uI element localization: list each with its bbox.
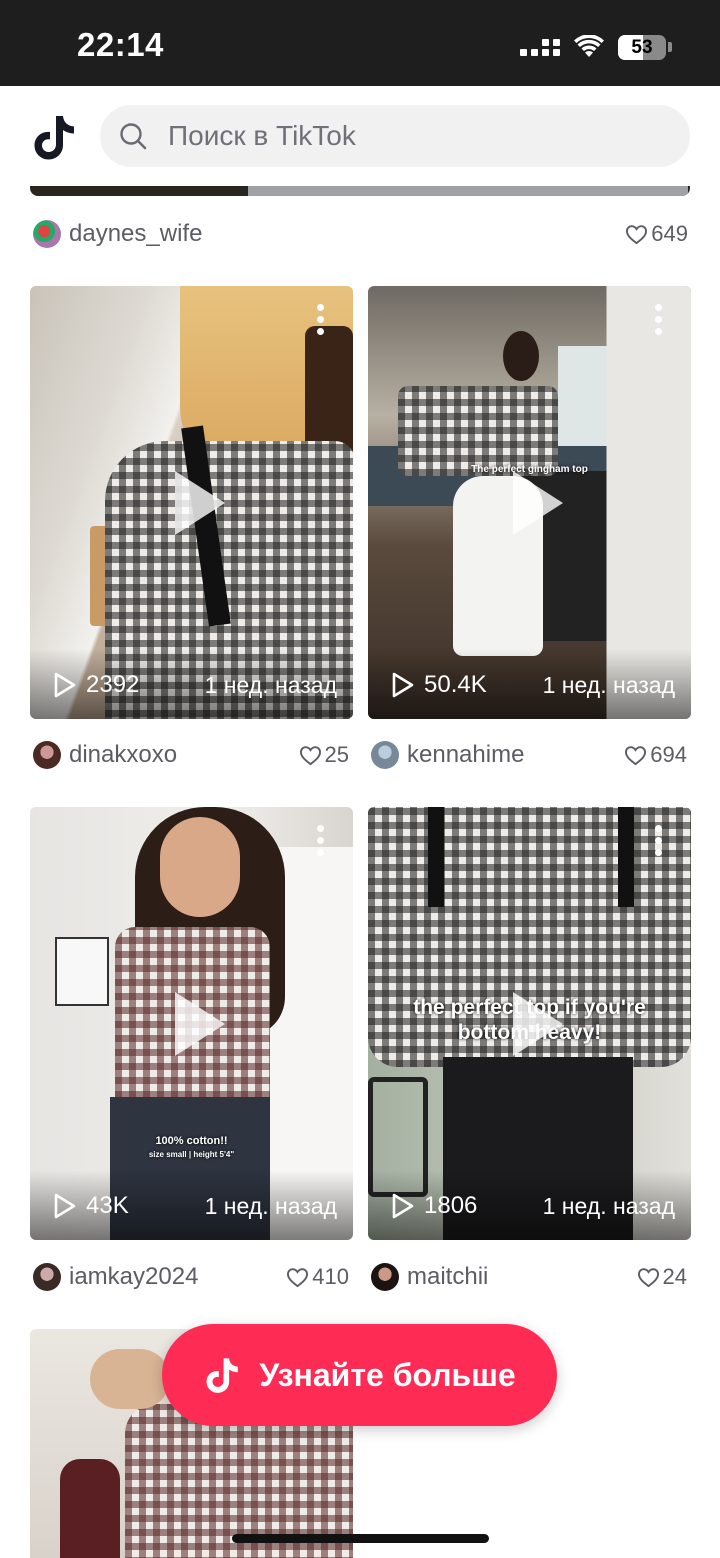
video-card[interactable]: 2392 1 нед. назад: [30, 286, 353, 719]
view-count: 2392: [54, 671, 139, 699]
hair: [503, 331, 539, 381]
likes-value: 410: [312, 1264, 349, 1289]
heart-icon: [287, 1267, 309, 1287]
more-vertical-icon[interactable]: [655, 304, 663, 335]
signal-icon: [520, 38, 560, 56]
video-thumbnail-partial[interactable]: [30, 186, 690, 196]
play-icon: [174, 470, 225, 535]
play-icon: [174, 991, 225, 1056]
view-count: 43K: [54, 1192, 129, 1220]
avatar: [33, 741, 61, 769]
hand: [90, 1349, 170, 1409]
home-indicator[interactable]: [232, 1534, 489, 1543]
play-icon: [512, 470, 563, 535]
likes-value: 24: [662, 1264, 687, 1289]
heart-icon: [299, 745, 321, 765]
likes-count: 24: [637, 1264, 687, 1290]
status-icons: 53: [520, 32, 672, 62]
views-value: 50.4K: [424, 671, 487, 698]
username: dinakxoxo: [69, 741, 178, 768]
video-meta-row: dinakxoxo 25: [33, 738, 349, 772]
overlay-text: 100% cotton!!: [155, 1135, 228, 1147]
user-link[interactable]: dinakxoxo: [33, 741, 177, 769]
battery-icon: 53: [618, 34, 666, 60]
heart-icon: [625, 745, 647, 765]
avatar: [33, 220, 61, 248]
post-date: 1 нед. назад: [204, 672, 337, 698]
view-count: 50.4K: [392, 671, 487, 699]
likes-count: 649: [625, 221, 688, 247]
user-link[interactable]: daynes_wife: [33, 220, 202, 248]
likes-value: 25: [324, 742, 349, 767]
view-count: 1806: [392, 1192, 477, 1220]
more-vertical-icon[interactable]: [317, 825, 325, 856]
cta-label: Узнайте больше: [259, 1356, 516, 1393]
overlay-text-2: size small | height 5'4": [148, 1150, 235, 1159]
bow-ribbon: [428, 807, 444, 907]
search-icon: [120, 123, 147, 150]
tiktok-logo-icon[interactable]: [30, 112, 78, 162]
user-link[interactable]: maitchii: [371, 1263, 488, 1291]
battery-level: 53: [631, 36, 653, 58]
face: [160, 817, 240, 917]
play-icon: [512, 991, 563, 1056]
status-bar: 22:14 53: [0, 0, 720, 86]
views-value: 1806: [424, 1192, 478, 1219]
heart-icon: [626, 224, 648, 244]
wifi-icon: [574, 35, 604, 57]
status-time: 22:14: [77, 26, 164, 63]
user-link[interactable]: kennahime: [371, 741, 524, 769]
more-vertical-icon[interactable]: [317, 304, 325, 335]
username: maitchii: [407, 1263, 489, 1290]
username: iamkay2024: [69, 1263, 199, 1290]
views-value: 43K: [86, 1192, 129, 1219]
post-date: 1 нед. назад: [542, 672, 675, 698]
heart-icon: [637, 1267, 659, 1287]
tiktok-logo-icon: [206, 1358, 239, 1393]
wall-art: [55, 937, 109, 1006]
views-value: 2392: [86, 671, 140, 698]
avatar: [371, 741, 399, 769]
likes-value: 649: [651, 221, 688, 246]
likes-count: 410: [286, 1264, 349, 1290]
play-icon: [54, 672, 76, 698]
video-meta-row: kennahime 694: [371, 738, 687, 772]
post-date: 1 нед. назад: [204, 1193, 337, 1219]
avatar: [371, 1263, 399, 1291]
more-vertical-icon[interactable]: [655, 825, 663, 856]
bow-ribbon: [618, 807, 634, 907]
play-icon: [392, 1193, 414, 1219]
likes-count: 694: [624, 742, 687, 768]
play-icon: [392, 672, 414, 698]
bag: [60, 1459, 120, 1558]
username: kennahime: [407, 741, 525, 768]
username: daynes_wife: [69, 220, 203, 247]
video-meta-row: maitchii 24: [371, 1260, 687, 1294]
video-card[interactable]: the perfect top if you're bottom heavy! …: [368, 807, 691, 1240]
search-bar[interactable]: [100, 105, 690, 167]
play-icon: [54, 1193, 76, 1219]
likes-value: 694: [650, 742, 687, 767]
post-date: 1 нед. назад: [542, 1193, 675, 1219]
video-card[interactable]: The perfect gingham top 50.4K 1 нед. наз…: [368, 286, 691, 719]
likes-count: 25: [299, 742, 349, 768]
search-input[interactable]: [166, 119, 650, 153]
video-meta-row: daynes_wife 649: [33, 217, 688, 251]
header: [0, 86, 720, 196]
gingham-top: [398, 386, 558, 476]
video-meta-row: iamkay2024 410: [33, 1260, 349, 1294]
learn-more-button[interactable]: Узнайте больше: [162, 1324, 557, 1426]
video-card[interactable]: 100% cotton!! size small | height 5'4" 4…: [30, 807, 353, 1240]
avatar: [33, 1263, 61, 1291]
user-link[interactable]: iamkay2024: [33, 1263, 198, 1291]
